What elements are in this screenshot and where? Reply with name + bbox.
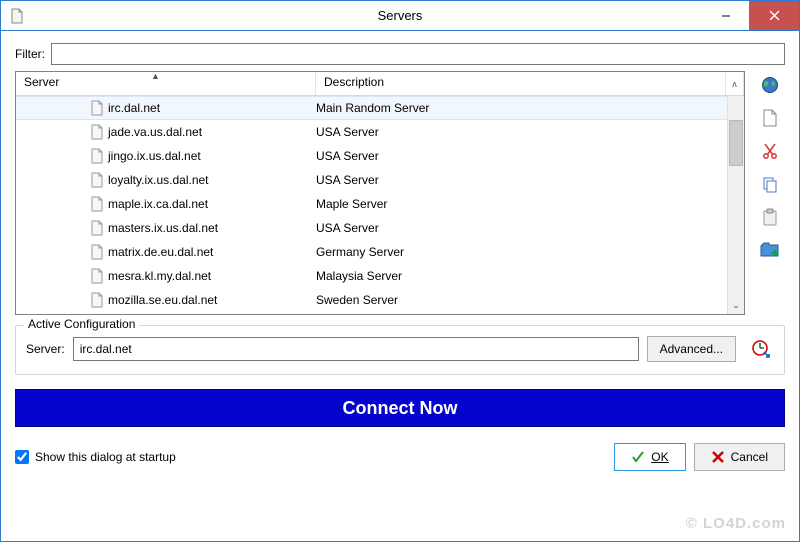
page-icon	[88, 244, 106, 260]
page-icon	[88, 172, 106, 188]
filter-row: Filter:	[15, 43, 785, 65]
server-host: jingo.ix.us.dal.net	[106, 149, 316, 163]
scroll-down-button[interactable]: ⌄	[728, 297, 744, 314]
server-row[interactable]: loyalty.ix.us.dal.netUSA Server	[16, 168, 744, 192]
x-icon	[711, 450, 725, 464]
startup-checkbox-wrap[interactable]: Show this dialog at startup	[15, 450, 176, 464]
server-row[interactable]: mesra.kl.my.dal.netMalaysia Server	[16, 264, 744, 288]
ok-button[interactable]: OK	[614, 443, 685, 471]
server-host: matrix.de.eu.dal.net	[106, 245, 316, 259]
content-area: Filter: Server ▲ Description ʌ irc.dal.n…	[1, 31, 799, 541]
scroll-up-button[interactable]: ʌ	[726, 72, 744, 95]
server-row[interactable]: matrix.de.eu.dal.netGermany Server	[16, 240, 744, 264]
server-host: masters.ix.us.dal.net	[106, 221, 316, 235]
page-icon	[88, 196, 106, 212]
scrollbar-thumb[interactable]	[729, 120, 743, 166]
active-config-legend: Active Configuration	[24, 317, 139, 331]
connect-now-button[interactable]: Connect Now	[15, 389, 785, 427]
server-row[interactable]: jade.va.us.dal.netUSA Server	[16, 120, 744, 144]
page-icon	[88, 100, 106, 116]
titlebar: Servers	[1, 1, 799, 31]
server-desc: USA Server	[316, 125, 744, 139]
list-body: irc.dal.netMain Random Serverjade.va.us.…	[16, 96, 744, 314]
filter-label: Filter:	[15, 47, 45, 61]
column-server[interactable]: Server ▲	[16, 72, 316, 95]
server-host: loyalty.ix.us.dal.net	[106, 173, 316, 187]
window-title: Servers	[1, 8, 799, 23]
paste-button[interactable]	[758, 205, 782, 229]
page-icon	[88, 124, 106, 140]
window-controls	[703, 1, 799, 30]
cut-button[interactable]	[758, 139, 782, 163]
check-icon	[631, 450, 645, 464]
server-desc: Germany Server	[316, 245, 744, 259]
advanced-button[interactable]: Advanced...	[647, 336, 736, 362]
vertical-scrollbar[interactable]: ⌄	[727, 96, 744, 314]
globe-button[interactable]	[758, 73, 782, 97]
server-row[interactable]: irc.dal.netMain Random Server	[16, 96, 744, 120]
server-host: mesra.kl.my.dal.net	[106, 269, 316, 283]
startup-checkbox-label: Show this dialog at startup	[35, 450, 176, 464]
server-desc: USA Server	[316, 173, 744, 187]
dialog-buttons: OK Cancel	[614, 443, 785, 471]
server-host: irc.dal.net	[106, 101, 316, 115]
server-row[interactable]: mozilla.se.eu.dal.netSweden Server	[16, 288, 744, 312]
page-icon	[88, 220, 106, 236]
server-desc: Maple Server	[316, 197, 744, 211]
servers-dialog: Servers Filter: Server ▲ Description	[0, 0, 800, 542]
cancel-button[interactable]: Cancel	[694, 443, 785, 471]
page-icon	[88, 148, 106, 164]
server-desc: Malaysia Server	[316, 269, 744, 283]
minimize-button[interactable]	[703, 1, 749, 30]
server-row[interactable]: jingo.ix.us.dal.netUSA Server	[16, 144, 744, 168]
server-row[interactable]: masters.ix.us.dal.netUSA Server	[16, 216, 744, 240]
server-host: maple.ix.ca.dal.net	[106, 197, 316, 211]
bottom-row: Show this dialog at startup OK Cancel	[15, 443, 785, 471]
server-desc: USA Server	[316, 221, 744, 235]
server-desc: Sweden Server	[316, 293, 744, 307]
close-button[interactable]	[749, 1, 799, 30]
filter-input[interactable]	[51, 43, 785, 65]
server-row[interactable]: maple.ix.ca.dal.netMaple Server	[16, 192, 744, 216]
server-host: jade.va.us.dal.net	[106, 125, 316, 139]
active-config-group: Active Configuration Server: Advanced...	[15, 325, 785, 375]
page-icon	[88, 268, 106, 284]
startup-checkbox[interactable]	[15, 450, 29, 464]
server-host: mozilla.se.eu.dal.net	[106, 293, 316, 307]
sort-asc-icon: ▲	[151, 71, 160, 81]
server-field-input[interactable]	[73, 337, 639, 361]
server-list: Server ▲ Description ʌ irc.dal.netMain R…	[15, 71, 745, 315]
server-field-label: Server:	[26, 342, 65, 356]
side-toolbar	[755, 71, 785, 315]
quick-connect-icon[interactable]	[748, 339, 774, 359]
new-page-button[interactable]	[758, 106, 782, 130]
list-header: Server ▲ Description ʌ	[16, 72, 744, 96]
server-desc: USA Server	[316, 149, 744, 163]
import-button[interactable]	[758, 238, 782, 262]
column-description[interactable]: Description	[316, 72, 726, 95]
main-row: Server ▲ Description ʌ irc.dal.netMain R…	[15, 71, 785, 315]
app-icon	[9, 8, 25, 24]
server-desc: Main Random Server	[316, 101, 744, 115]
copy-button[interactable]	[758, 172, 782, 196]
page-icon	[88, 292, 106, 308]
